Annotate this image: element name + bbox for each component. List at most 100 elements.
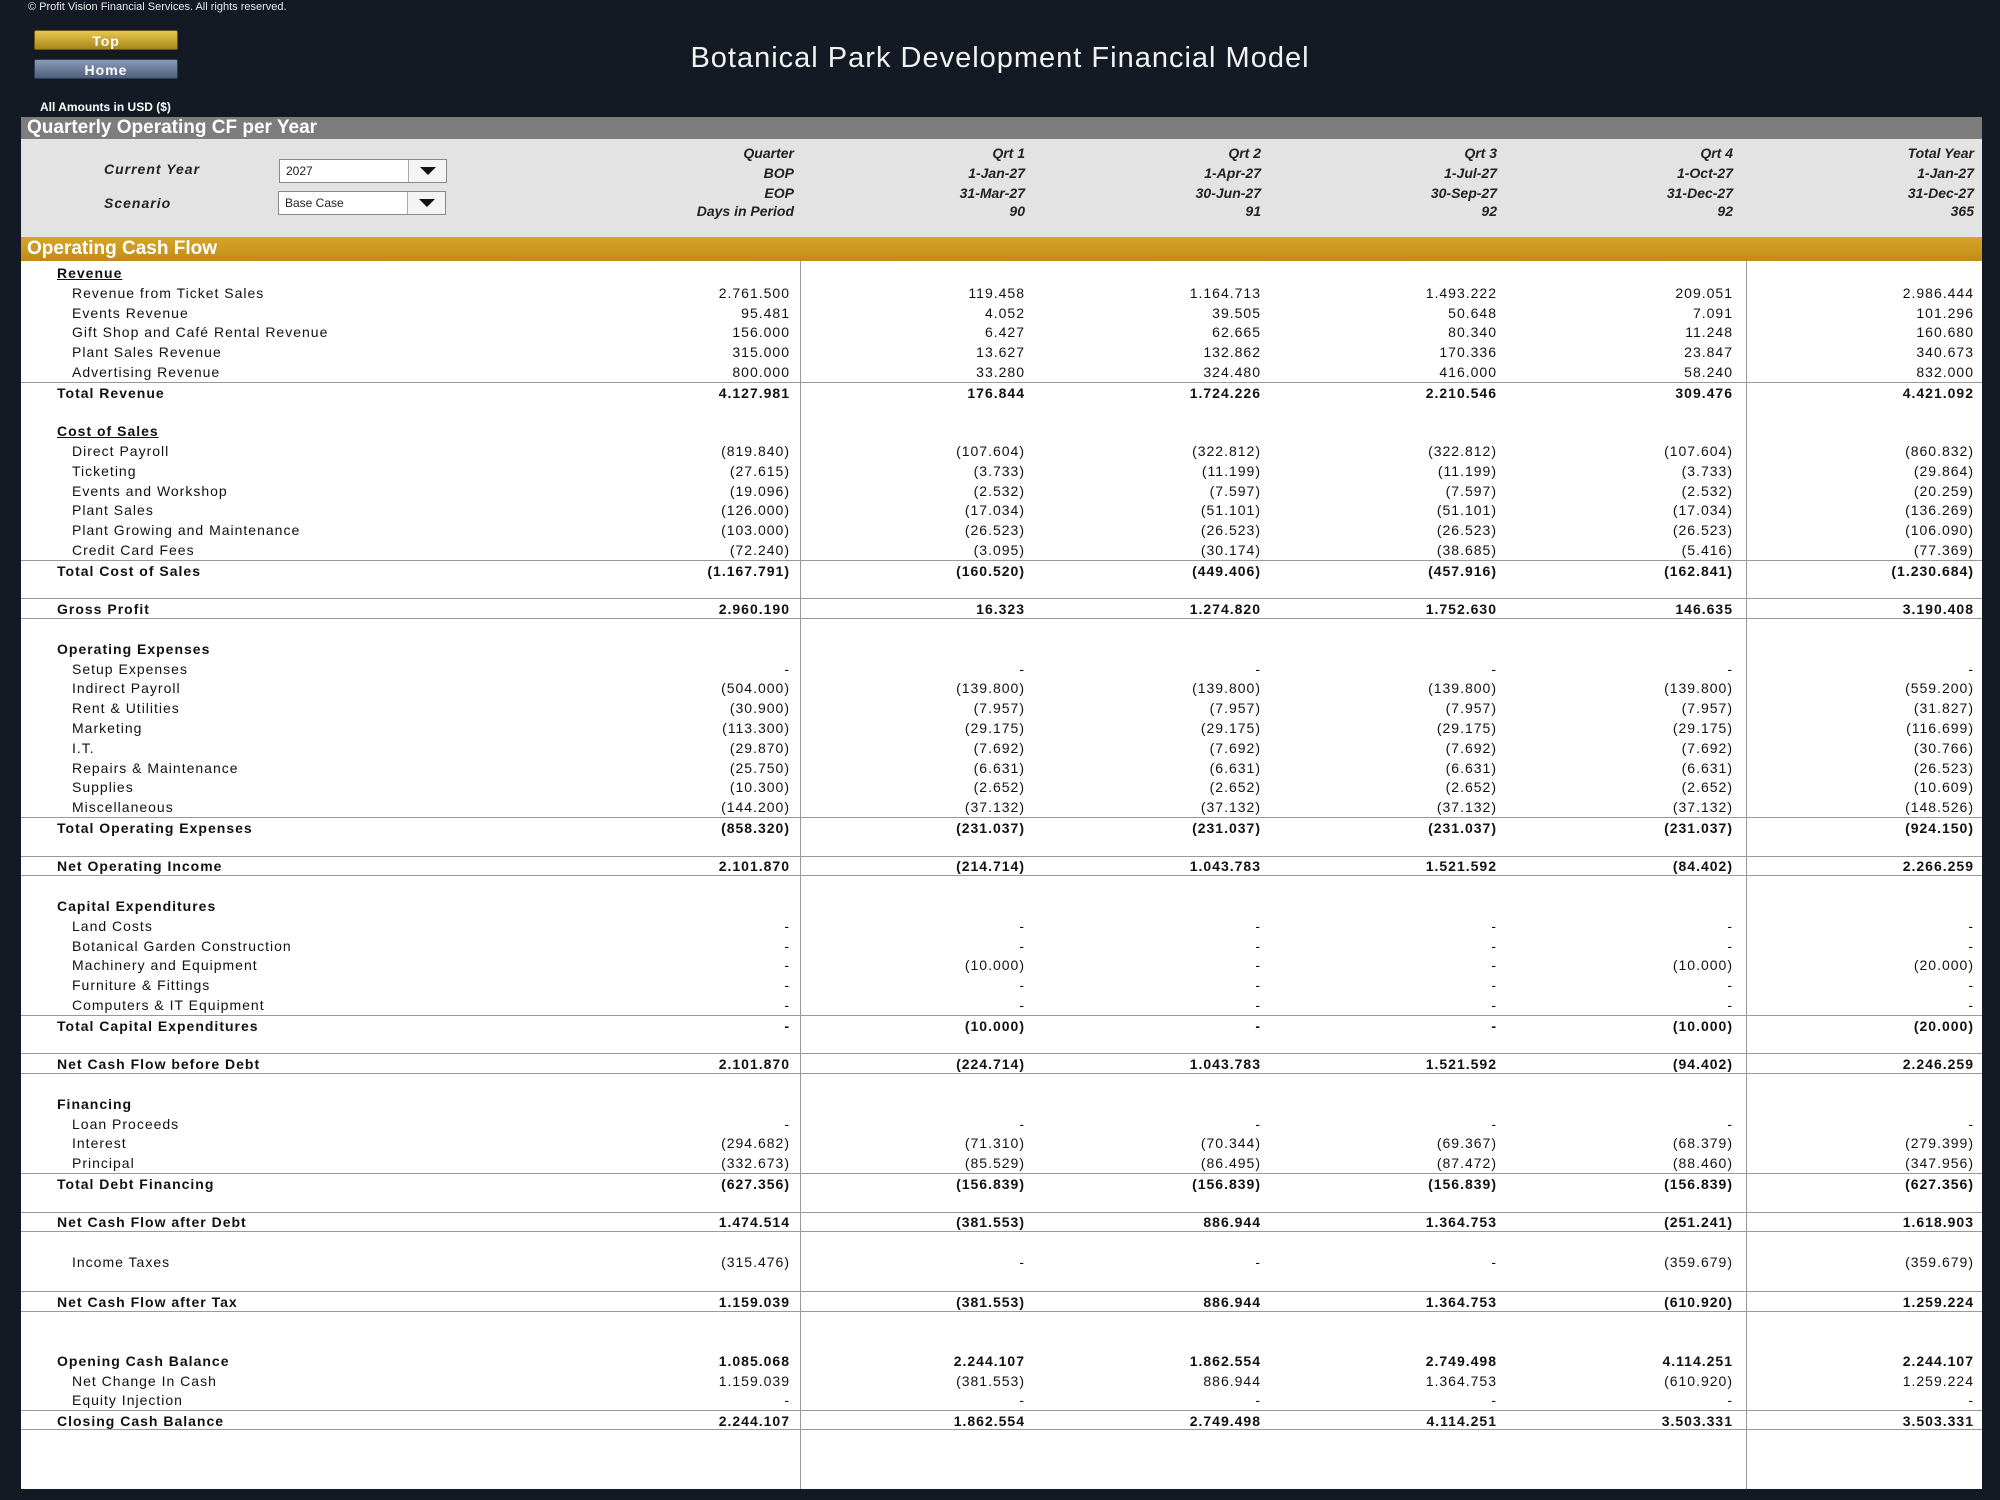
row-value: 832.000 bbox=[1916, 363, 1974, 380]
row-value: 2.749.498 bbox=[1189, 1413, 1261, 1430]
chevron-down-icon[interactable] bbox=[408, 160, 446, 182]
row-value: 1.752.630 bbox=[1425, 601, 1497, 618]
table-row bbox=[21, 401, 1982, 421]
row-value: (26.523) bbox=[964, 522, 1025, 539]
row-value: (51.101) bbox=[1200, 502, 1261, 519]
row-value: 156.000 bbox=[732, 324, 790, 341]
row-value: (7.692) bbox=[1209, 739, 1261, 756]
row-value: - bbox=[1968, 996, 1974, 1013]
header-cell-quarter: Qrt 4 bbox=[1700, 145, 1733, 161]
row-value: (30.174) bbox=[1200, 541, 1261, 558]
scenario-select[interactable]: Base Case bbox=[278, 191, 446, 215]
row-value: (69.367) bbox=[1436, 1135, 1497, 1152]
row-value: (924.150) bbox=[1905, 819, 1974, 836]
row-label: Gross Profit bbox=[57, 601, 150, 618]
row-value: (26.523) bbox=[1672, 522, 1733, 539]
table-row: Botanical Garden Construction - - - - - - bbox=[21, 936, 1982, 956]
row-value: (6.631) bbox=[1681, 759, 1733, 776]
row-value: (2.532) bbox=[973, 482, 1025, 499]
header-cell-eop: 30-Jun-27 bbox=[1195, 185, 1261, 201]
row-label: Computers & IT Equipment bbox=[72, 996, 265, 1013]
row-value: - bbox=[1255, 1392, 1261, 1409]
row-label: Events and Workshop bbox=[72, 482, 228, 499]
row-value: (26.523) bbox=[1913, 759, 1974, 776]
row-value: 1.521.592 bbox=[1425, 858, 1497, 875]
row-label: Botanical Garden Construction bbox=[72, 937, 292, 954]
row-label: Principal bbox=[72, 1155, 135, 1172]
current-year-select[interactable]: 2027 bbox=[279, 159, 447, 183]
row-value: (29.175) bbox=[1672, 719, 1733, 736]
table-row: Direct Payroll (819.840) (107.604) (322.812… bbox=[21, 441, 1982, 461]
row-value: - bbox=[1968, 917, 1974, 934]
row-value: - bbox=[1255, 1254, 1261, 1270]
row-label: Plant Sales bbox=[72, 502, 154, 519]
chevron-down-icon[interactable] bbox=[407, 192, 445, 214]
row-value: - bbox=[1491, 996, 1497, 1013]
row-value: (279.399) bbox=[1905, 1135, 1974, 1152]
row-value: 1.724.226 bbox=[1189, 384, 1261, 401]
table-row: Financing bbox=[21, 1094, 1982, 1114]
row-value: (29.870) bbox=[729, 739, 790, 756]
row-label: Rent & Utilities bbox=[72, 700, 180, 717]
header-row-label: Quarter bbox=[743, 145, 794, 161]
row-value: (610.920) bbox=[1664, 1293, 1733, 1310]
row-value: (7.597) bbox=[1445, 482, 1497, 499]
row-value: (6.631) bbox=[973, 759, 1025, 776]
row-label: Net Operating Income bbox=[57, 858, 223, 875]
row-value: 23.847 bbox=[1684, 344, 1733, 361]
row-label: Closing Cash Balance bbox=[57, 1413, 225, 1430]
row-value: - bbox=[784, 957, 790, 974]
row-label: Cost of Sales bbox=[57, 423, 159, 440]
row-label: Direct Payroll bbox=[72, 443, 170, 460]
header-panel: Current Year 2027 Scenario Base Case Qua… bbox=[21, 139, 1982, 259]
row-label: Total Revenue bbox=[57, 384, 165, 401]
row-value: - bbox=[1491, 937, 1497, 954]
row-value: 1.274.820 bbox=[1189, 601, 1261, 618]
row-value: (3.733) bbox=[973, 462, 1025, 479]
row-value: - bbox=[1019, 977, 1025, 994]
table-row: Total Cost of Sales (1.167.791) (160.520) (… bbox=[21, 559, 1982, 580]
row-label: Setup Expenses bbox=[72, 660, 188, 677]
row-value: 3.503.331 bbox=[1902, 1413, 1974, 1430]
row-value: - bbox=[784, 977, 790, 994]
row-value: (1.167.791) bbox=[707, 562, 790, 579]
header-cell-days: 92 bbox=[1717, 203, 1733, 219]
row-value: (103.000) bbox=[721, 522, 790, 539]
table-row: Ticketing (27.615) (3.733) (11.199) (11.199)… bbox=[21, 461, 1982, 481]
row-value: (31.827) bbox=[1913, 700, 1974, 717]
table-row: Net Cash Flow before Debt 2.101.870 (224.7… bbox=[21, 1054, 1982, 1075]
row-value: (144.200) bbox=[721, 799, 790, 816]
row-value: (72.240) bbox=[729, 541, 790, 558]
row-value: - bbox=[1727, 1115, 1733, 1132]
row-label: Loan Proceeds bbox=[72, 1115, 180, 1132]
table-row bbox=[21, 1034, 1982, 1055]
row-value: (51.101) bbox=[1436, 502, 1497, 519]
row-value: - bbox=[1255, 660, 1261, 677]
row-label: Ticketing bbox=[72, 462, 137, 479]
row-value: (381.553) bbox=[956, 1293, 1025, 1310]
row-value: 33.280 bbox=[976, 363, 1025, 380]
row-value: (139.800) bbox=[1192, 680, 1261, 697]
table-row: Capital Expenditures bbox=[21, 896, 1982, 916]
row-value: - bbox=[1491, 660, 1497, 677]
header-cell-eop: 31-Dec-27 bbox=[1666, 185, 1733, 201]
header-cell-days: 91 bbox=[1245, 203, 1261, 219]
row-label: Miscellaneous bbox=[72, 799, 174, 816]
row-value: 4.127.981 bbox=[718, 384, 790, 401]
row-value: (77.369) bbox=[1913, 541, 1974, 558]
row-value: 4.114.251 bbox=[1662, 1352, 1733, 1369]
row-label: Marketing bbox=[72, 719, 143, 736]
row-value: (156.839) bbox=[1192, 1175, 1261, 1192]
row-value: (30.766) bbox=[1913, 739, 1974, 756]
row-value: (3.733) bbox=[1681, 462, 1733, 479]
row-value: (819.840) bbox=[721, 443, 790, 460]
table-row: Gross Profit 2.960.190 16.323 1.274.820 1.75… bbox=[21, 599, 1982, 620]
table-row: Advertising Revenue 800.000 33.280 324.480 4… bbox=[21, 362, 1982, 382]
row-value: - bbox=[1019, 996, 1025, 1013]
row-value: (71.310) bbox=[964, 1135, 1025, 1152]
row-value: 416.000 bbox=[1439, 363, 1497, 380]
row-value: - bbox=[1491, 1115, 1497, 1132]
row-value: (84.402) bbox=[1672, 858, 1733, 875]
row-value: (359.679) bbox=[1664, 1254, 1733, 1270]
table-row bbox=[21, 579, 1982, 600]
